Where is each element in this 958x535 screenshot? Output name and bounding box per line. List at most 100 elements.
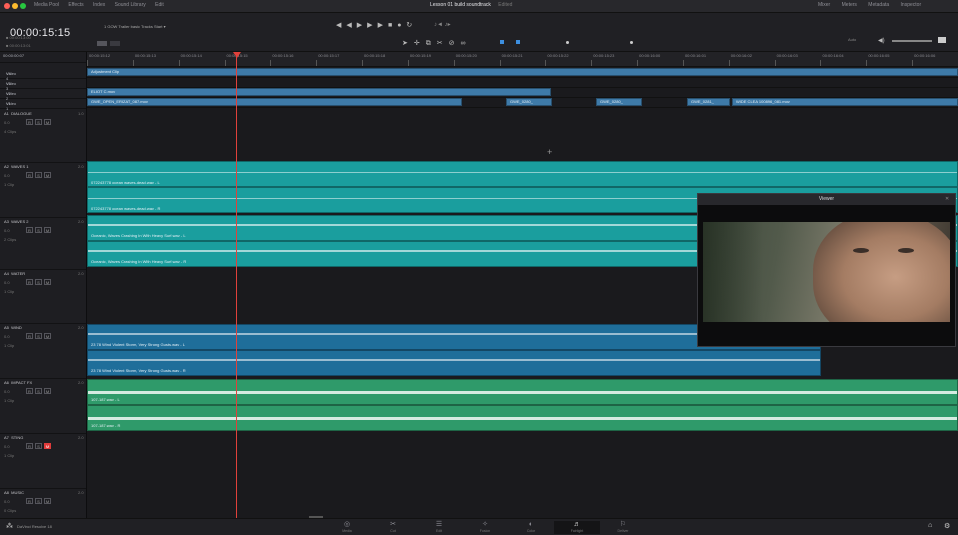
speaker-icon[interactable]: ◀) [878, 37, 885, 44]
track-header-a1[interactable]: A1 DIALOGUE 1.0 0.0 R S M 4 Clips [0, 109, 86, 163]
pointer-icon[interactable]: ➤ [402, 40, 414, 47]
meters-button[interactable]: Meters [842, 2, 857, 8]
track-header-a5[interactable]: A5 WIND 2.0 0.0 R S M 1 Clip [0, 323, 86, 379]
mute-button[interactable]: M [44, 333, 51, 339]
ruler-tick-mark [866, 60, 868, 66]
page-fairlight[interactable]: ♬ Fairlight [554, 521, 600, 534]
mute-button[interactable]: M [44, 388, 51, 394]
view-toggle-button[interactable] [97, 41, 107, 46]
fast-forward-icon[interactable]: ▶▶ [357, 22, 378, 29]
edit-index-button[interactable]: Edit [155, 2, 164, 8]
record-arm-button[interactable]: R [26, 227, 33, 233]
track-header-v4[interactable]: V4 Video 4 [0, 69, 86, 81]
page-deliver[interactable]: ⚐ Deliver [600, 521, 646, 534]
metadata-button[interactable]: Metadata [868, 2, 889, 8]
flag-color-icon[interactable] [500, 40, 504, 44]
audio-clip-wind-right[interactable]: 23 78 Wind Violent Storm, Very Strong Gu… [87, 350, 821, 376]
track-header-v3[interactable]: V3 Video 3 [0, 79, 86, 91]
zoom-in-icon[interactable] [630, 41, 633, 44]
page-cut[interactable]: ✂ Cut [370, 521, 416, 534]
settings-gear-icon[interactable]: ⚙ [944, 522, 950, 530]
range-select-icon[interactable]: ✛ [414, 40, 426, 47]
viewer-close-icon[interactable]: ✕ [945, 196, 949, 202]
solo-button[interactable]: S [35, 333, 42, 339]
solo-button[interactable]: S [35, 172, 42, 178]
index-button[interactable]: Index [93, 2, 105, 8]
video-clip-v1-c[interactable]: GWE_0280_ [596, 98, 642, 106]
effects-button[interactable]: Effects [68, 2, 83, 8]
ruler-tick-mark [591, 60, 593, 66]
track-header-a2[interactable]: A2 WAVES 1 2.0 0.0 R S M 1 Clip [0, 162, 86, 218]
solo-button[interactable]: S [35, 227, 42, 233]
record-arm-button[interactable]: R [26, 119, 33, 125]
loop-icon[interactable]: ↻ [406, 22, 417, 29]
track-header-v2[interactable]: V2 Video 2 [0, 89, 86, 101]
rewind-icon[interactable]: ◀◀ [336, 22, 357, 29]
solo-button[interactable]: S [35, 388, 42, 394]
track-header-a6[interactable]: A6 IMPACT FX 2.0 0.0 R S M 1 Clip [0, 378, 86, 434]
sound-library-button[interactable]: Sound Library [115, 2, 146, 8]
video-clip-v1-b[interactable]: GWE_0280_ [506, 98, 552, 106]
mute-button[interactable]: M [44, 279, 51, 285]
mute-button[interactable]: M [44, 172, 51, 178]
play-icon[interactable]: ▶ [378, 22, 388, 29]
zoom-out-icon[interactable] [566, 41, 569, 44]
track-header-a7[interactable]: A7 STING 2.0 0.0 R S M 1 Clip [0, 433, 86, 489]
audio-clip-impact-right[interactable]: 107-187.wav - R [87, 405, 958, 431]
playhead-line[interactable] [236, 54, 237, 518]
track-header-a4[interactable]: A4 WATER 2.0 0.0 R S M 1 Clip [0, 269, 86, 324]
timeline-ruler[interactable]: 00:00:15:12 00:00:15:13 00:00:15:14 00:00:1… [87, 52, 958, 67]
solo-button[interactable]: S [35, 443, 42, 449]
link-icon[interactable]: ⊘ [449, 40, 461, 47]
maximize-window-button[interactable] [20, 3, 26, 9]
playhead-handle[interactable] [233, 52, 241, 58]
timeline-name-dropdown[interactable]: 1 GOW Trailer basic Tracks Start ▾ [104, 24, 166, 30]
view-toggle-button-2[interactable] [110, 41, 120, 46]
record-arm-button[interactable]: R [26, 333, 33, 339]
inspector-button[interactable]: Inspector [901, 2, 922, 8]
track-header-v1[interactable]: V1 Video 1 [0, 99, 86, 111]
snapping-icon[interactable]: ⧉ [426, 40, 437, 47]
mixer-button[interactable]: Mixer [818, 2, 830, 8]
monitor-icons[interactable]: ♪◄ ♪▸ [434, 21, 451, 28]
video-clip-v1-a[interactable]: GWE_OPEN_ERIZAT_087.mov [87, 98, 462, 106]
page-color[interactable]: ◐ Color [508, 521, 554, 534]
mute-button-active[interactable]: M [44, 443, 51, 449]
mute-button[interactable]: M [44, 498, 51, 504]
minimize-window-button[interactable] [12, 3, 18, 9]
edit-tools: ➤✛⧉✂⊘∞ [402, 39, 472, 48]
page-media[interactable]: ◎ Media [324, 521, 370, 534]
video-clip-adjustment[interactable]: Adjustment Clip [87, 68, 958, 76]
marker-color-icon[interactable] [516, 40, 520, 44]
solo-button[interactable]: S [35, 279, 42, 285]
solo-button[interactable]: S [35, 119, 42, 125]
record-arm-button[interactable]: R [26, 498, 33, 504]
page-fusion[interactable]: ✧ Fusion [462, 521, 508, 534]
volume-slider[interactable] [892, 40, 932, 42]
video-clip-v2[interactable]: ELIOT C.mov [87, 88, 551, 96]
viewer-window[interactable]: Viewer ✕ [697, 193, 956, 347]
ruler-tick-label: 00:00:16:01 [684, 53, 707, 58]
video-clip-v1-d[interactable]: GWE_0281_ [687, 98, 730, 106]
media-pool-button[interactable]: Media Pool [34, 2, 59, 8]
record-arm-button[interactable]: R [26, 388, 33, 394]
home-icon[interactable]: ⌂ [928, 522, 932, 529]
audio-clip-impact-left[interactable]: 107-187.wav - L [87, 379, 958, 405]
razor-icon[interactable]: ✂ [437, 40, 449, 47]
record-arm-button[interactable]: R [26, 443, 33, 449]
track-headers-panel: 00:00:00:07 V4 Video 4 V3 Video 3 V2 Vid… [0, 52, 87, 518]
solo-button[interactable]: S [35, 498, 42, 504]
mute-button[interactable]: M [44, 227, 51, 233]
stop-icon[interactable]: ■ [388, 22, 397, 29]
monitor-icon[interactable] [938, 37, 946, 43]
record-arm-button[interactable]: R [26, 279, 33, 285]
audio-clip-waves1-left[interactable]: 072243778 ocean waves-dead.wav - L [87, 161, 958, 187]
chain-icon[interactable]: ∞ [461, 40, 472, 47]
track-header-a3[interactable]: A3 WAVES 2 2.0 0.0 R S M 2 Clips [0, 217, 86, 270]
page-edit[interactable]: ☰ Edit [416, 521, 462, 534]
mute-button[interactable]: M [44, 119, 51, 125]
close-window-button[interactable] [4, 3, 10, 9]
track-header-a8[interactable]: A8 MUSIC 2.0 0.0 R S M 0 Clips [0, 488, 86, 518]
video-clip-v1-e[interactable]: WIDE CLEA 100896_081.mov [732, 98, 958, 106]
record-arm-button[interactable]: R [26, 172, 33, 178]
